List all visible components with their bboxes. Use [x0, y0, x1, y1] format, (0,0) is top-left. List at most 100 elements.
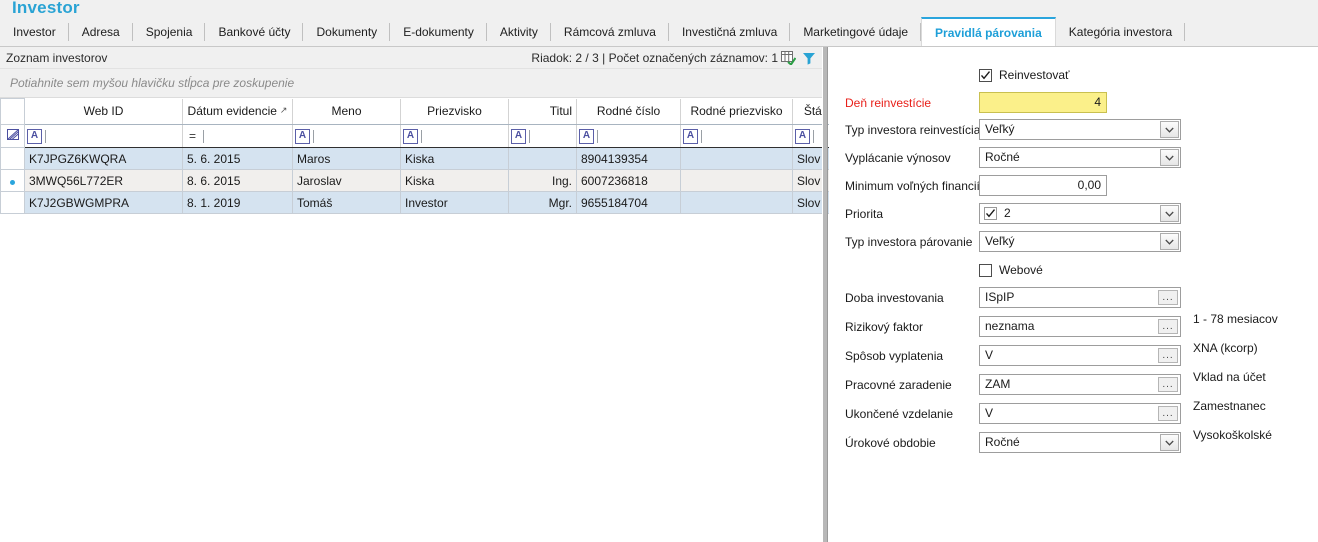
table-cell[interactable]: [680, 191, 793, 214]
column-filter-cell[interactable]: A: [24, 124, 183, 148]
filter-text-icon[interactable]: A: [511, 128, 526, 144]
tab-adresa[interactable]: Adresa: [68, 18, 133, 46]
column-header[interactable]: Rodné priezvisko: [680, 98, 793, 125]
webove-checkbox[interactable]: Webové: [979, 259, 1043, 281]
table-cell[interactable]: [680, 169, 793, 192]
sposob-vyplatenia-input[interactable]: V...: [979, 345, 1181, 366]
table-row[interactable]: K7J2GBWGMPRA 8. 1. 2019 Tomáš Investor Mgr. 9…: [0, 191, 837, 214]
pracovne-zaradenie-input[interactable]: ZAM...: [979, 374, 1181, 395]
chevron-down-icon[interactable]: [1160, 434, 1179, 451]
column-header[interactable]: Dátum evidencie ↗: [182, 98, 293, 125]
tab-kateg-ria-investora[interactable]: Kategória investora: [1055, 18, 1186, 46]
table-cell[interactable]: 3MWQ56L772ER: [24, 169, 183, 192]
ellipsis-browse-icon[interactable]: ...: [1158, 290, 1178, 305]
clear-filter-button[interactable]: [0, 124, 25, 148]
vyplacanie-vynosov-input[interactable]: Ročné: [979, 147, 1181, 168]
column-filter-cell[interactable]: A: [508, 124, 577, 148]
typ-investora-reinvesticia-input[interactable]: Veľký: [979, 119, 1181, 140]
row-indicator[interactable]: [0, 147, 25, 170]
filter-text-icon[interactable]: A: [579, 128, 594, 144]
table-cell[interactable]: [680, 147, 793, 170]
tab-label: Investičná zmluva: [681, 25, 778, 39]
table-cell[interactable]: [508, 147, 577, 170]
tab-spojenia[interactable]: Spojenia: [132, 18, 206, 46]
row-indicator[interactable]: [0, 191, 25, 214]
tab-r-mcov-zmluva[interactable]: Rámcová zmluva: [550, 18, 669, 46]
tab-e-dokumenty[interactable]: E-dokumenty: [390, 18, 487, 46]
chevron-down-icon[interactable]: [1160, 233, 1179, 250]
checkbox-box[interactable]: [979, 68, 992, 82]
minimum-volnych-financii-input[interactable]: 0,00: [979, 175, 1107, 196]
chevron-down-icon[interactable]: [1160, 205, 1179, 222]
priorita-checkbox[interactable]: [984, 207, 997, 220]
tab-investor[interactable]: Investor: [0, 18, 69, 46]
filter-icon[interactable]: [802, 51, 816, 65]
urokove-obdobie-input[interactable]: Ročné: [979, 432, 1181, 453]
column-filter-cell[interactable]: A: [400, 124, 509, 148]
column-filter-cell[interactable]: A: [576, 124, 681, 148]
filter-text-icon[interactable]: A: [403, 128, 418, 144]
table-cell[interactable]: Maros: [292, 147, 401, 170]
den-reinvesticie-input[interactable]: 4: [979, 92, 1107, 113]
tab-dokumenty[interactable]: Dokumenty: [303, 18, 391, 46]
table-cell[interactable]: 8. 1. 2019: [182, 191, 293, 214]
panel-splitter[interactable]: [822, 47, 828, 542]
column-header[interactable]: Rodné číslo: [576, 98, 681, 125]
page-title: Investor: [12, 0, 80, 17]
doba-investovania-input[interactable]: ISpIP...: [979, 287, 1181, 308]
row-indicator[interactable]: [0, 169, 25, 192]
tab-aktivity[interactable]: Aktivity: [486, 18, 551, 46]
filter-text-icon[interactable]: A: [27, 128, 42, 144]
table-cell[interactable]: Jaroslav: [292, 169, 401, 192]
typ-investora-parovanie-input[interactable]: Veľký: [979, 231, 1181, 252]
filter-text-icon[interactable]: A: [795, 128, 810, 144]
group-by-panel[interactable]: Potiahnite sem myšou hlavičku stĺpca pre…: [0, 69, 822, 98]
column-filter-cell[interactable]: A: [680, 124, 793, 148]
column-header[interactable]: Meno: [292, 98, 401, 125]
filter-text-icon[interactable]: A: [295, 128, 310, 144]
table-cell[interactable]: Kiska: [400, 147, 509, 170]
table-cell[interactable]: Kiska: [400, 169, 509, 192]
table-cell[interactable]: K7JPGZ6KWQRA: [24, 147, 183, 170]
field-label: Deň reinvestície: [845, 96, 932, 110]
matching-rules-form: Reinvestovať Deň reinvestície 4 Typ investo…: [829, 47, 1318, 542]
chevron-down-icon[interactable]: [1160, 149, 1179, 166]
table-cell[interactable]: 5. 6. 2015: [182, 147, 293, 170]
ellipsis-browse-icon[interactable]: ...: [1158, 406, 1178, 421]
rizikovy-faktor-input[interactable]: neznama...: [979, 316, 1181, 337]
table-cell[interactable]: Ing.: [508, 169, 577, 192]
table-row[interactable]: 3MWQ56L772ER 8. 6. 2015 Jaroslav Kiska Ing. 6…: [0, 169, 837, 192]
filter-equals-icon[interactable]: =: [185, 129, 200, 144]
ellipsis-browse-icon[interactable]: ...: [1158, 377, 1178, 392]
table-cell[interactable]: 8. 6. 2015: [182, 169, 293, 192]
tab-marketingov-daje[interactable]: Marketingové údaje: [790, 18, 922, 46]
checkbox-box[interactable]: [979, 263, 992, 277]
field-row-urokove-obdobie: Úrokové obdobie Ročné: [829, 432, 1318, 454]
table-cell[interactable]: 6007236818: [576, 169, 681, 192]
tab-investi-n-zmluva[interactable]: Investičná zmluva: [668, 18, 791, 46]
column-header[interactable]: Priezvisko: [400, 98, 509, 125]
column-filter-cell[interactable]: A: [292, 124, 401, 148]
table-cell[interactable]: K7J2GBWGMPRA: [24, 191, 183, 214]
column-filter-cell[interactable]: =: [182, 124, 293, 148]
reinvestovat-checkbox[interactable]: Reinvestovať: [979, 64, 1070, 86]
column-header-label: Titul: [549, 104, 572, 119]
filter-caret: [203, 129, 204, 143]
column-header[interactable]: Web ID: [24, 98, 183, 125]
tab-bankov-ty[interactable]: Bankové účty: [205, 18, 304, 46]
table-cell[interactable]: Tomáš: [292, 191, 401, 214]
column-header[interactable]: Titul: [508, 98, 577, 125]
table-row[interactable]: K7JPGZ6KWQRA 5. 6. 2015 Maros Kiska 89041393…: [0, 147, 837, 170]
table-cell[interactable]: 9655184704: [576, 191, 681, 214]
ellipsis-browse-icon[interactable]: ...: [1158, 319, 1178, 334]
column-chooser-icon[interactable]: [781, 51, 797, 66]
filter-text-icon[interactable]: A: [683, 128, 698, 144]
table-cell[interactable]: Mgr.: [508, 191, 577, 214]
priorita-input[interactable]: 2: [979, 203, 1181, 224]
ellipsis-browse-icon[interactable]: ...: [1158, 348, 1178, 363]
table-cell[interactable]: Investor: [400, 191, 509, 214]
table-cell[interactable]: 8904139354: [576, 147, 681, 170]
tab-pravidl-p-rovania[interactable]: Pravidlá párovania: [921, 17, 1056, 46]
ukoncene-vzdelanie-input[interactable]: V...: [979, 403, 1181, 424]
chevron-down-icon[interactable]: [1160, 121, 1179, 138]
